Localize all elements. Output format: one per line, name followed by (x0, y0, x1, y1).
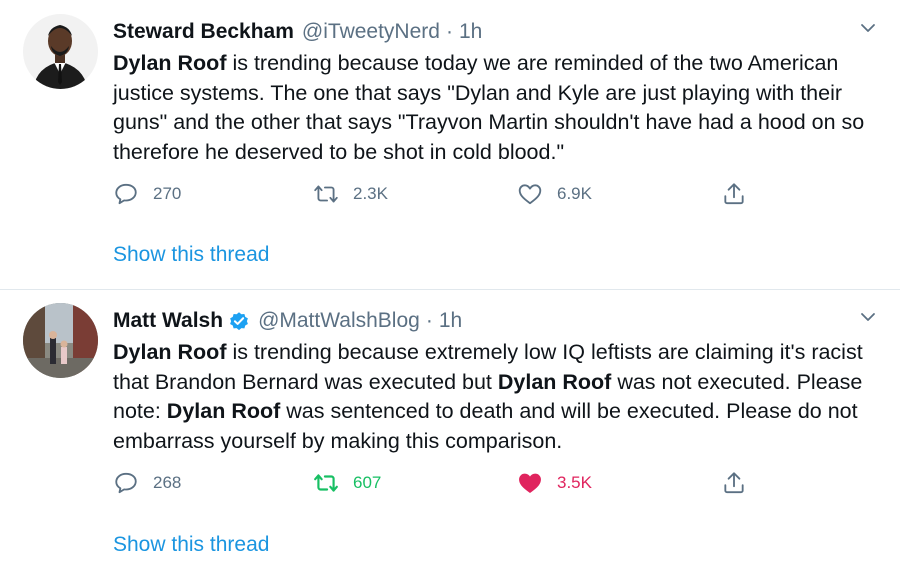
highlighted-term: Dylan Roof (113, 340, 227, 364)
chevron-down-icon[interactable] (860, 309, 876, 325)
avatar[interactable] (23, 303, 98, 378)
heart-icon (519, 473, 541, 493)
tweet[interactable]: Matt Walsh @MattWalshBlog · 1h Dylan Roo… (0, 290, 900, 578)
highlighted-term: Dylan Roof (497, 369, 612, 394)
separator-dot: · (445, 20, 453, 43)
retweet-button[interactable]: 607 (313, 467, 381, 499)
retweet-icon (314, 185, 338, 203)
like-count: 6.9K (557, 184, 592, 203)
retweet-button[interactable]: 2.3K (313, 178, 388, 210)
like-button[interactable]: 3.5K (517, 467, 592, 499)
tweet-actions: 270 2.3K 6.9K (113, 178, 753, 210)
timestamp[interactable]: 1h (439, 307, 462, 335)
chevron-down-icon[interactable] (860, 20, 876, 36)
like-button[interactable]: 6.9K (517, 178, 592, 210)
author-name[interactable]: Matt Walsh (113, 307, 223, 335)
tweet-text-run: is trending because today we are reminde… (113, 51, 865, 164)
share-icon (724, 472, 744, 494)
avatar[interactable] (23, 14, 98, 89)
reply-button[interactable]: 270 (113, 178, 181, 210)
share-button[interactable] (721, 467, 747, 499)
share-button[interactable] (721, 178, 747, 210)
highlighted-term: Dylan Roof (113, 51, 227, 75)
timestamp[interactable]: 1h (459, 18, 482, 46)
retweet-icon (314, 474, 338, 492)
reply-count: 270 (153, 184, 182, 203)
tweet-header: Matt Walsh @MattWalshBlog · 1h (113, 307, 462, 335)
show-thread-link[interactable]: Show this thread (113, 533, 269, 557)
reply-button[interactable]: 268 (113, 467, 181, 499)
reply-icon (115, 183, 137, 205)
author-handle[interactable]: @iTweetyNerd (302, 18, 440, 46)
reply-icon (115, 472, 137, 494)
separator-dot: · (425, 309, 433, 332)
reply-count: 268 (153, 473, 182, 492)
tweet-header: Steward Beckham @iTweetyNerd · 1h (113, 18, 482, 46)
tweet-text: Dylan Roof is trending because today we … (113, 49, 883, 167)
tweet-actions: 268 607 3.5K (113, 467, 753, 499)
retweet-count: 607 (353, 473, 382, 492)
like-count: 3.5K (557, 473, 592, 492)
author-name[interactable]: Steward Beckham (113, 18, 294, 46)
share-icon (724, 183, 744, 205)
heart-icon (518, 184, 542, 205)
highlighted-term: Dylan Roof (166, 399, 281, 423)
show-thread-link[interactable]: Show this thread (113, 243, 269, 267)
author-handle[interactable]: @MattWalshBlog (258, 307, 420, 335)
tweet[interactable]: Steward Beckham @iTweetyNerd · 1h Dylan … (0, 0, 900, 289)
tweet-text: Dylan Roof is trending because extremely… (113, 338, 883, 456)
retweet-count: 2.3K (353, 184, 388, 203)
verified-badge-icon (228, 310, 250, 332)
